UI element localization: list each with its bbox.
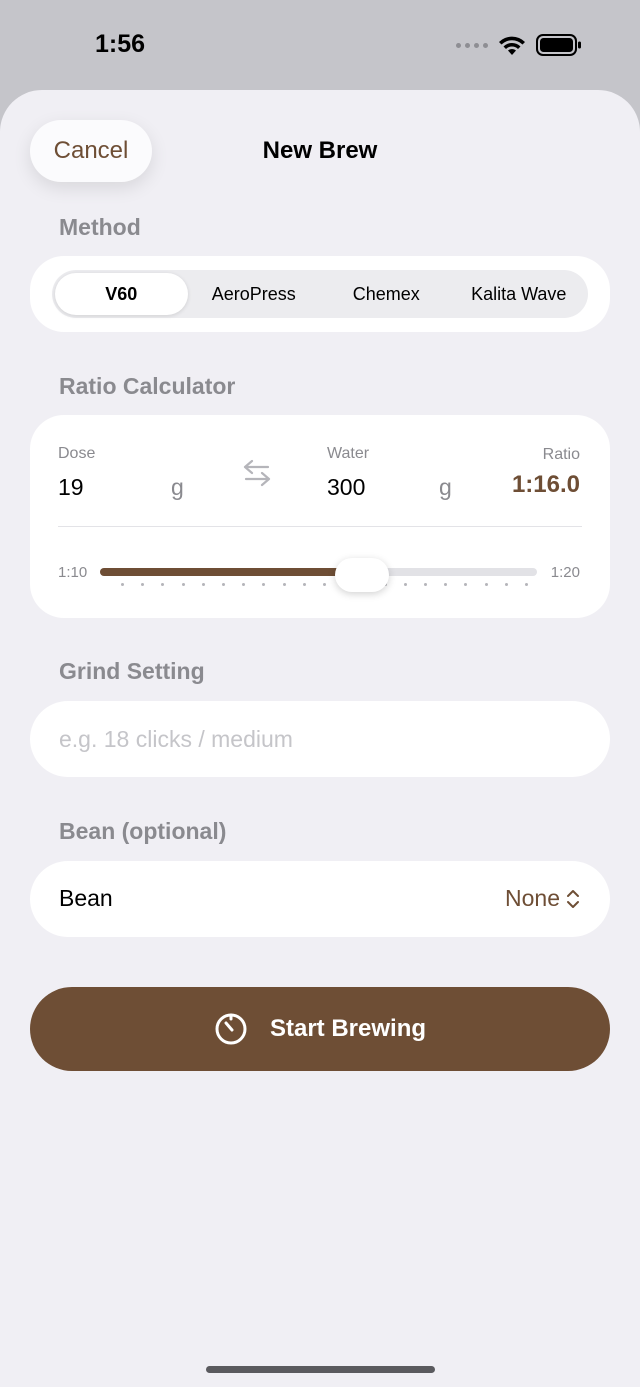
slider-tick [181, 583, 185, 586]
slider-tick [504, 583, 508, 586]
dose-unit: g [171, 474, 184, 500]
method-card: V60 AeroPress Chemex Kalita Wave [30, 256, 610, 332]
divider [58, 526, 582, 527]
slider-max-label: 1:20 [550, 564, 580, 581]
slider-tick [525, 583, 528, 586]
slider-tick [444, 583, 448, 586]
bean-label: Bean [59, 885, 113, 911]
ratio-slider-ticks [121, 583, 528, 587]
slider-min-label: 1:10 [58, 564, 88, 581]
slider-tick [242, 583, 246, 586]
slider-tick [484, 583, 488, 586]
slider-tick [282, 583, 286, 586]
water-label: Water [327, 445, 370, 462]
dose-field[interactable]: 19 [58, 474, 84, 501]
wifi-icon [499, 36, 525, 55]
slider-tick [302, 583, 306, 586]
ratio-slider-track[interactable] [100, 568, 537, 576]
ratio-section-label: Ratio Calculator [59, 373, 236, 399]
status-icons [456, 34, 582, 56]
status-bar: 1:56 [0, 0, 640, 90]
slider-tick [323, 583, 326, 586]
method-section-label: Method [59, 214, 141, 240]
water-field[interactable]: 300 [327, 474, 365, 501]
ratio-label: Ratio [542, 446, 580, 463]
start-brewing-button[interactable]: Start Brewing [30, 987, 610, 1071]
new-brew-sheet: Cancel New Brew Method V60 AeroPress Che… [0, 90, 640, 1387]
slider-tick [121, 583, 124, 586]
slider-tick [161, 583, 165, 586]
start-brewing-label: Start Brewing [269, 1015, 427, 1042]
battery-icon [536, 34, 581, 56]
slider-tick [403, 583, 407, 586]
bean-picker-row[interactable]: Bean None [30, 861, 610, 937]
signal-icon [456, 42, 488, 48]
slider-tick [464, 583, 468, 586]
ratio-slider-fill [100, 568, 363, 576]
method-option-kalita-wave[interactable]: Kalita Wave [453, 273, 586, 315]
swap-arrows-icon[interactable] [242, 457, 272, 489]
slider-tick [141, 583, 145, 586]
ratio-value: 1:16.0 [511, 471, 580, 498]
bean-picker[interactable]: None [505, 885, 580, 912]
page-title: New Brew [262, 137, 378, 164]
method-option-aeropress[interactable]: AeroPress [188, 273, 321, 315]
bean-section-label: Bean (optional) [59, 818, 227, 844]
method-option-chemex[interactable]: Chemex [320, 273, 453, 315]
ratio-calculator-card: Dose 19 g Water 300 g Ratio 1:16.0 1:10 … [30, 415, 610, 618]
water-unit: g [439, 474, 452, 500]
method-segmented-control: V60 AeroPress Chemex Kalita Wave [52, 270, 588, 318]
grind-section-label: Grind Setting [59, 658, 205, 684]
dose-label: Dose [58, 445, 96, 462]
chevron-up-down-icon [567, 889, 579, 908]
status-time: 1:56 [95, 30, 146, 58]
slider-tick [262, 583, 266, 586]
timer-icon [215, 1013, 247, 1045]
ratio-slider-thumb[interactable] [335, 558, 390, 592]
method-option-v60[interactable]: V60 [55, 273, 188, 315]
grind-setting-input[interactable] [30, 701, 610, 777]
slider-tick [424, 583, 427, 586]
slider-tick [222, 583, 225, 586]
bean-value: None [505, 885, 560, 911]
slider-tick [201, 583, 205, 586]
home-indicator [206, 1366, 435, 1373]
